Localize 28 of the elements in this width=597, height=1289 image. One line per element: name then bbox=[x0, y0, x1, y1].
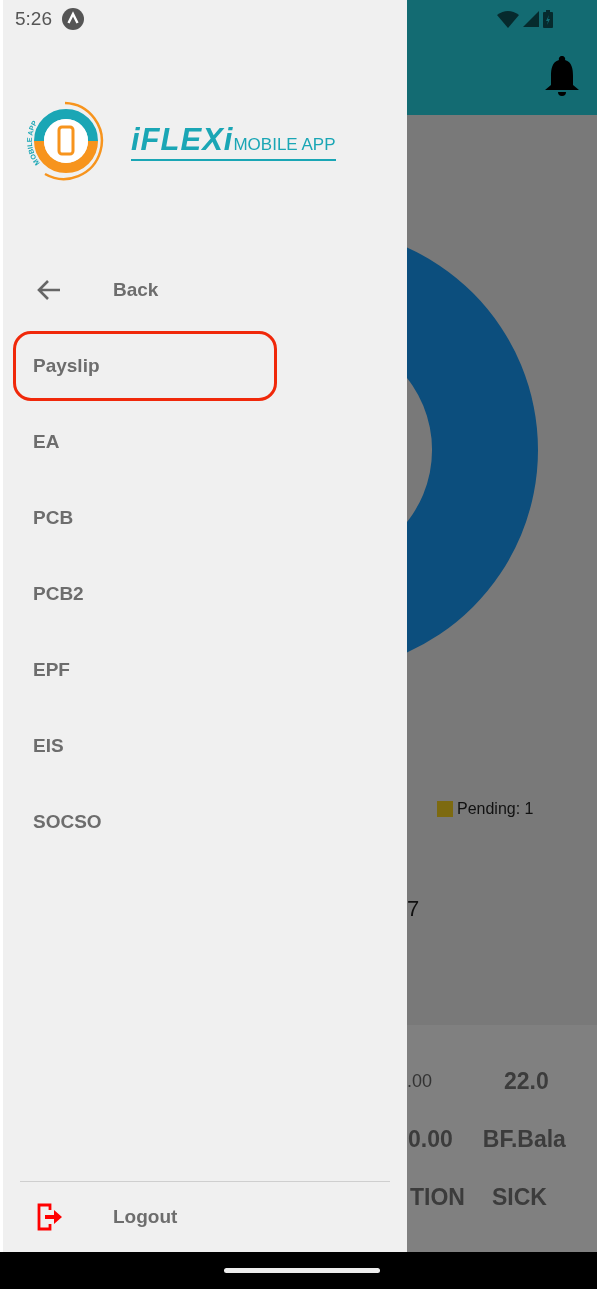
status-time: 5:26 bbox=[15, 8, 52, 30]
summary-text: BF.Bala bbox=[482, 1126, 566, 1153]
summary-text: SICK bbox=[491, 1184, 547, 1211]
summary-text: TION bbox=[410, 1184, 465, 1211]
legend-label: Pending: 1 bbox=[457, 800, 534, 818]
logo-tagline: MOBILE APP bbox=[233, 134, 336, 155]
menu-item[interactable]: EIS bbox=[13, 711, 277, 781]
menu-item[interactable]: SOCSO bbox=[13, 787, 277, 857]
logout-icon[interactable] bbox=[36, 1202, 63, 1232]
menu-item[interactable]: PCB bbox=[13, 483, 277, 553]
signal-icon bbox=[523, 11, 539, 27]
summary-text: .00 bbox=[407, 1071, 433, 1092]
logout-button[interactable]: Logout bbox=[113, 1206, 178, 1228]
summary-text: 0.00 bbox=[408, 1126, 453, 1153]
menu-item[interactable]: Payslip bbox=[13, 331, 277, 401]
back-button[interactable]: Back bbox=[113, 279, 159, 301]
summary-text: 22.0 bbox=[504, 1068, 549, 1095]
count-value: 7 bbox=[407, 896, 421, 922]
menu-item[interactable]: PCB2 bbox=[13, 559, 277, 629]
battery-icon bbox=[543, 10, 553, 28]
app-notification-icon bbox=[62, 8, 84, 30]
menu-item[interactable]: EPF bbox=[13, 635, 277, 705]
bell-icon[interactable] bbox=[545, 56, 579, 96]
home-handle[interactable] bbox=[223, 1268, 380, 1273]
logo-brand: iFLEXi bbox=[131, 121, 234, 158]
menu-item[interactable]: EA bbox=[13, 407, 277, 477]
back-arrow-icon[interactable] bbox=[36, 279, 61, 301]
wifi-icon bbox=[497, 10, 519, 28]
